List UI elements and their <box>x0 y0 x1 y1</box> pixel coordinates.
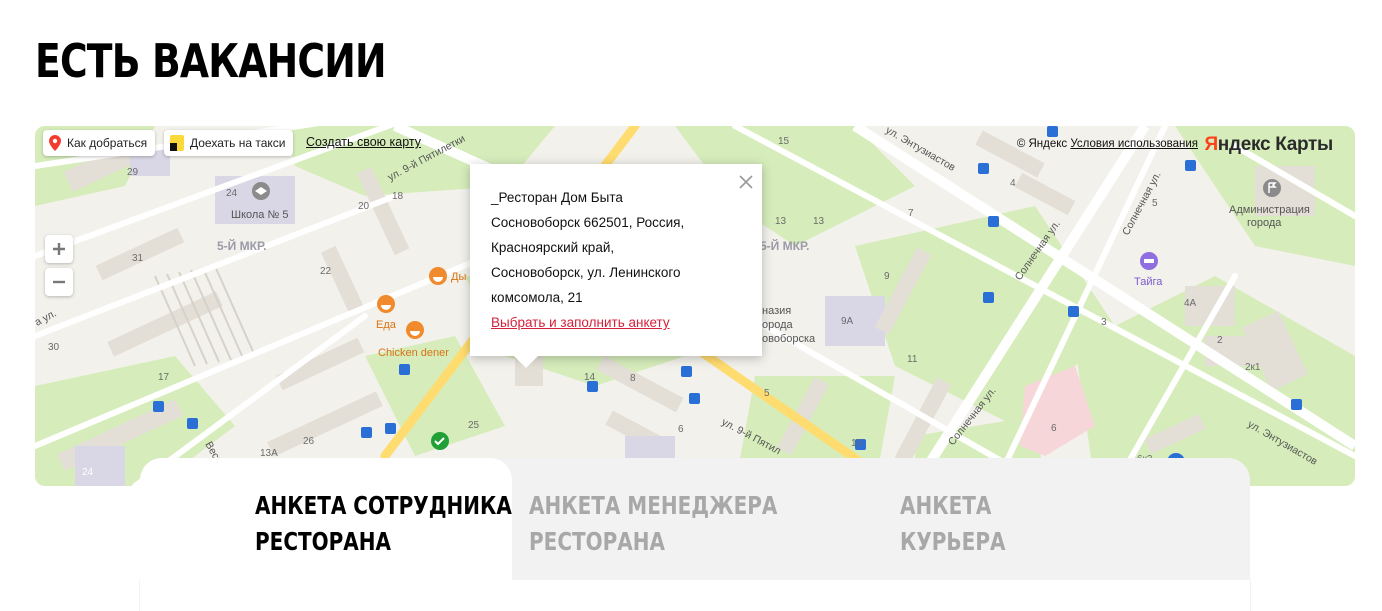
map-label-taiga: Тайга <box>1134 276 1163 288</box>
svg-text:7: 7 <box>908 208 914 219</box>
location-pin-icon <box>49 135 61 151</box>
svg-text:орода: орода <box>762 319 794 331</box>
svg-text:13: 13 <box>775 216 787 227</box>
svg-text:5: 5 <box>1152 198 1158 209</box>
zoom-out-button[interactable] <box>45 268 73 296</box>
tab-employee[interactable]: АНКЕТА СОТРУДНИКА РЕСТОРАНА <box>140 458 512 611</box>
map-balloon: _Ресторан Дом Быта Сосновоборск 662501, … <box>470 164 762 368</box>
svg-text:13: 13 <box>813 216 825 227</box>
svg-text:15: 15 <box>778 136 790 147</box>
map-poi-chicken-icon <box>406 321 424 339</box>
map-label-eda: Еда <box>376 319 397 331</box>
svg-text:22: 22 <box>320 266 332 277</box>
map-poi-hotel-icon <box>1140 252 1158 270</box>
create-map-link[interactable]: Создать свою карту <box>306 135 421 149</box>
close-icon[interactable] <box>738 174 754 190</box>
tab-manager-label-1: АНКЕТА МЕНЕДЖЕРА <box>529 491 778 520</box>
svg-text:8: 8 <box>630 373 636 384</box>
svg-text:6: 6 <box>678 424 684 435</box>
map-label-chicken: Chicken dener <box>378 347 449 359</box>
map-poi-school-icon <box>252 182 270 200</box>
taxi-icon <box>170 135 184 151</box>
balloon-address-2: Красноярский край, <box>491 240 615 255</box>
page-title: ЕСТЬ ВАКАНСИИ <box>35 34 387 88</box>
svg-text:11: 11 <box>907 354 918 365</box>
svg-text:15: 15 <box>851 438 863 449</box>
svg-text:25: 25 <box>468 420 480 431</box>
svg-text:3: 3 <box>1101 317 1107 328</box>
yandex-maps-logo[interactable]: Яндекс Карты <box>1204 134 1333 156</box>
map-poi-eda-icon <box>377 295 395 313</box>
map-label-dy: Ды <box>451 271 466 283</box>
map-copyright: © Яндекс Условия использования <box>1016 138 1198 150</box>
svg-text:9: 9 <box>884 271 890 282</box>
svg-text:6: 6 <box>1051 423 1057 434</box>
map-poi-admin-icon <box>1263 179 1281 197</box>
tab-employee-label-2: РЕСТОРАНА <box>255 527 391 556</box>
balloon-address-3: Сосновоборск, ул. Ленинского <box>491 265 681 280</box>
svg-text:26: 26 <box>303 436 315 447</box>
form-tabs: АНКЕТА СОТРУДНИКА РЕСТОРАНА АНКЕТА МЕНЕД… <box>140 458 1250 611</box>
svg-text:20: 20 <box>358 201 370 212</box>
balloon-address-1: Сосновоборск 662501, Россия, <box>491 215 685 230</box>
tab-manager[interactable]: АНКЕТА МЕНЕДЖЕРА РЕСТОРАНА <box>512 458 882 580</box>
balloon-address-4: комсомола, 21 <box>491 290 583 305</box>
tab-courier-label-2: КУРЬЕРА <box>900 527 1006 556</box>
map-poi-sber-icon <box>431 432 449 450</box>
balloon-title: _Ресторан Дом Быта <box>491 190 623 205</box>
svg-text:17: 17 <box>158 372 170 383</box>
svg-text:30: 30 <box>48 342 60 353</box>
tab-manager-label-2: РЕСТОРАНА <box>529 527 665 556</box>
svg-text:14: 14 <box>584 372 596 383</box>
select-form-link[interactable]: Выбрать и заполнить анкету <box>491 310 744 335</box>
plus-icon <box>53 243 65 255</box>
tab-employee-label-1: АНКЕТА СОТРУДНИКА <box>255 491 512 520</box>
minus-icon <box>53 280 65 284</box>
map-poi-dy-icon <box>429 267 447 285</box>
svg-text:24: 24 <box>226 188 238 199</box>
svg-text:24: 24 <box>82 467 94 478</box>
svg-text:2: 2 <box>1217 335 1223 346</box>
svg-text:5: 5 <box>764 388 770 399</box>
tab-courier-label-1: АНКЕТА <box>900 491 992 520</box>
svg-text:29: 29 <box>127 167 139 178</box>
route-button[interactable]: Как добраться <box>43 130 156 156</box>
svg-text:31: 31 <box>132 253 144 264</box>
zoom-in-button[interactable] <box>45 235 73 263</box>
svg-text:овоборска: овоборска <box>762 333 816 345</box>
map-label-admin: Администрация <box>1229 204 1310 216</box>
tab-courier[interactable]: АНКЕТА КУРЬЕРА <box>882 458 1250 580</box>
taxi-button[interactable]: Доехать на такси <box>164 130 294 156</box>
svg-text:2к1: 2к1 <box>1245 362 1261 373</box>
map-label-school: Школа № 5 <box>231 209 288 221</box>
map-widget[interactable]: 29 24 20 18 31 22 30 17 26 13А 24 25 14 … <box>35 126 1355 486</box>
map-label-district: 5-Й МКР. <box>217 238 267 253</box>
svg-text:4А: 4А <box>1184 298 1197 309</box>
svg-text:назия: назия <box>762 305 791 317</box>
svg-text:9А: 9А <box>841 316 854 327</box>
svg-text:города: города <box>1247 217 1282 229</box>
terms-link[interactable]: Условия использования <box>1070 138 1198 150</box>
svg-text:4: 4 <box>1010 178 1016 189</box>
svg-text:18: 18 <box>392 191 404 202</box>
map-label-district-b: 5-Й МКР. <box>760 238 810 253</box>
